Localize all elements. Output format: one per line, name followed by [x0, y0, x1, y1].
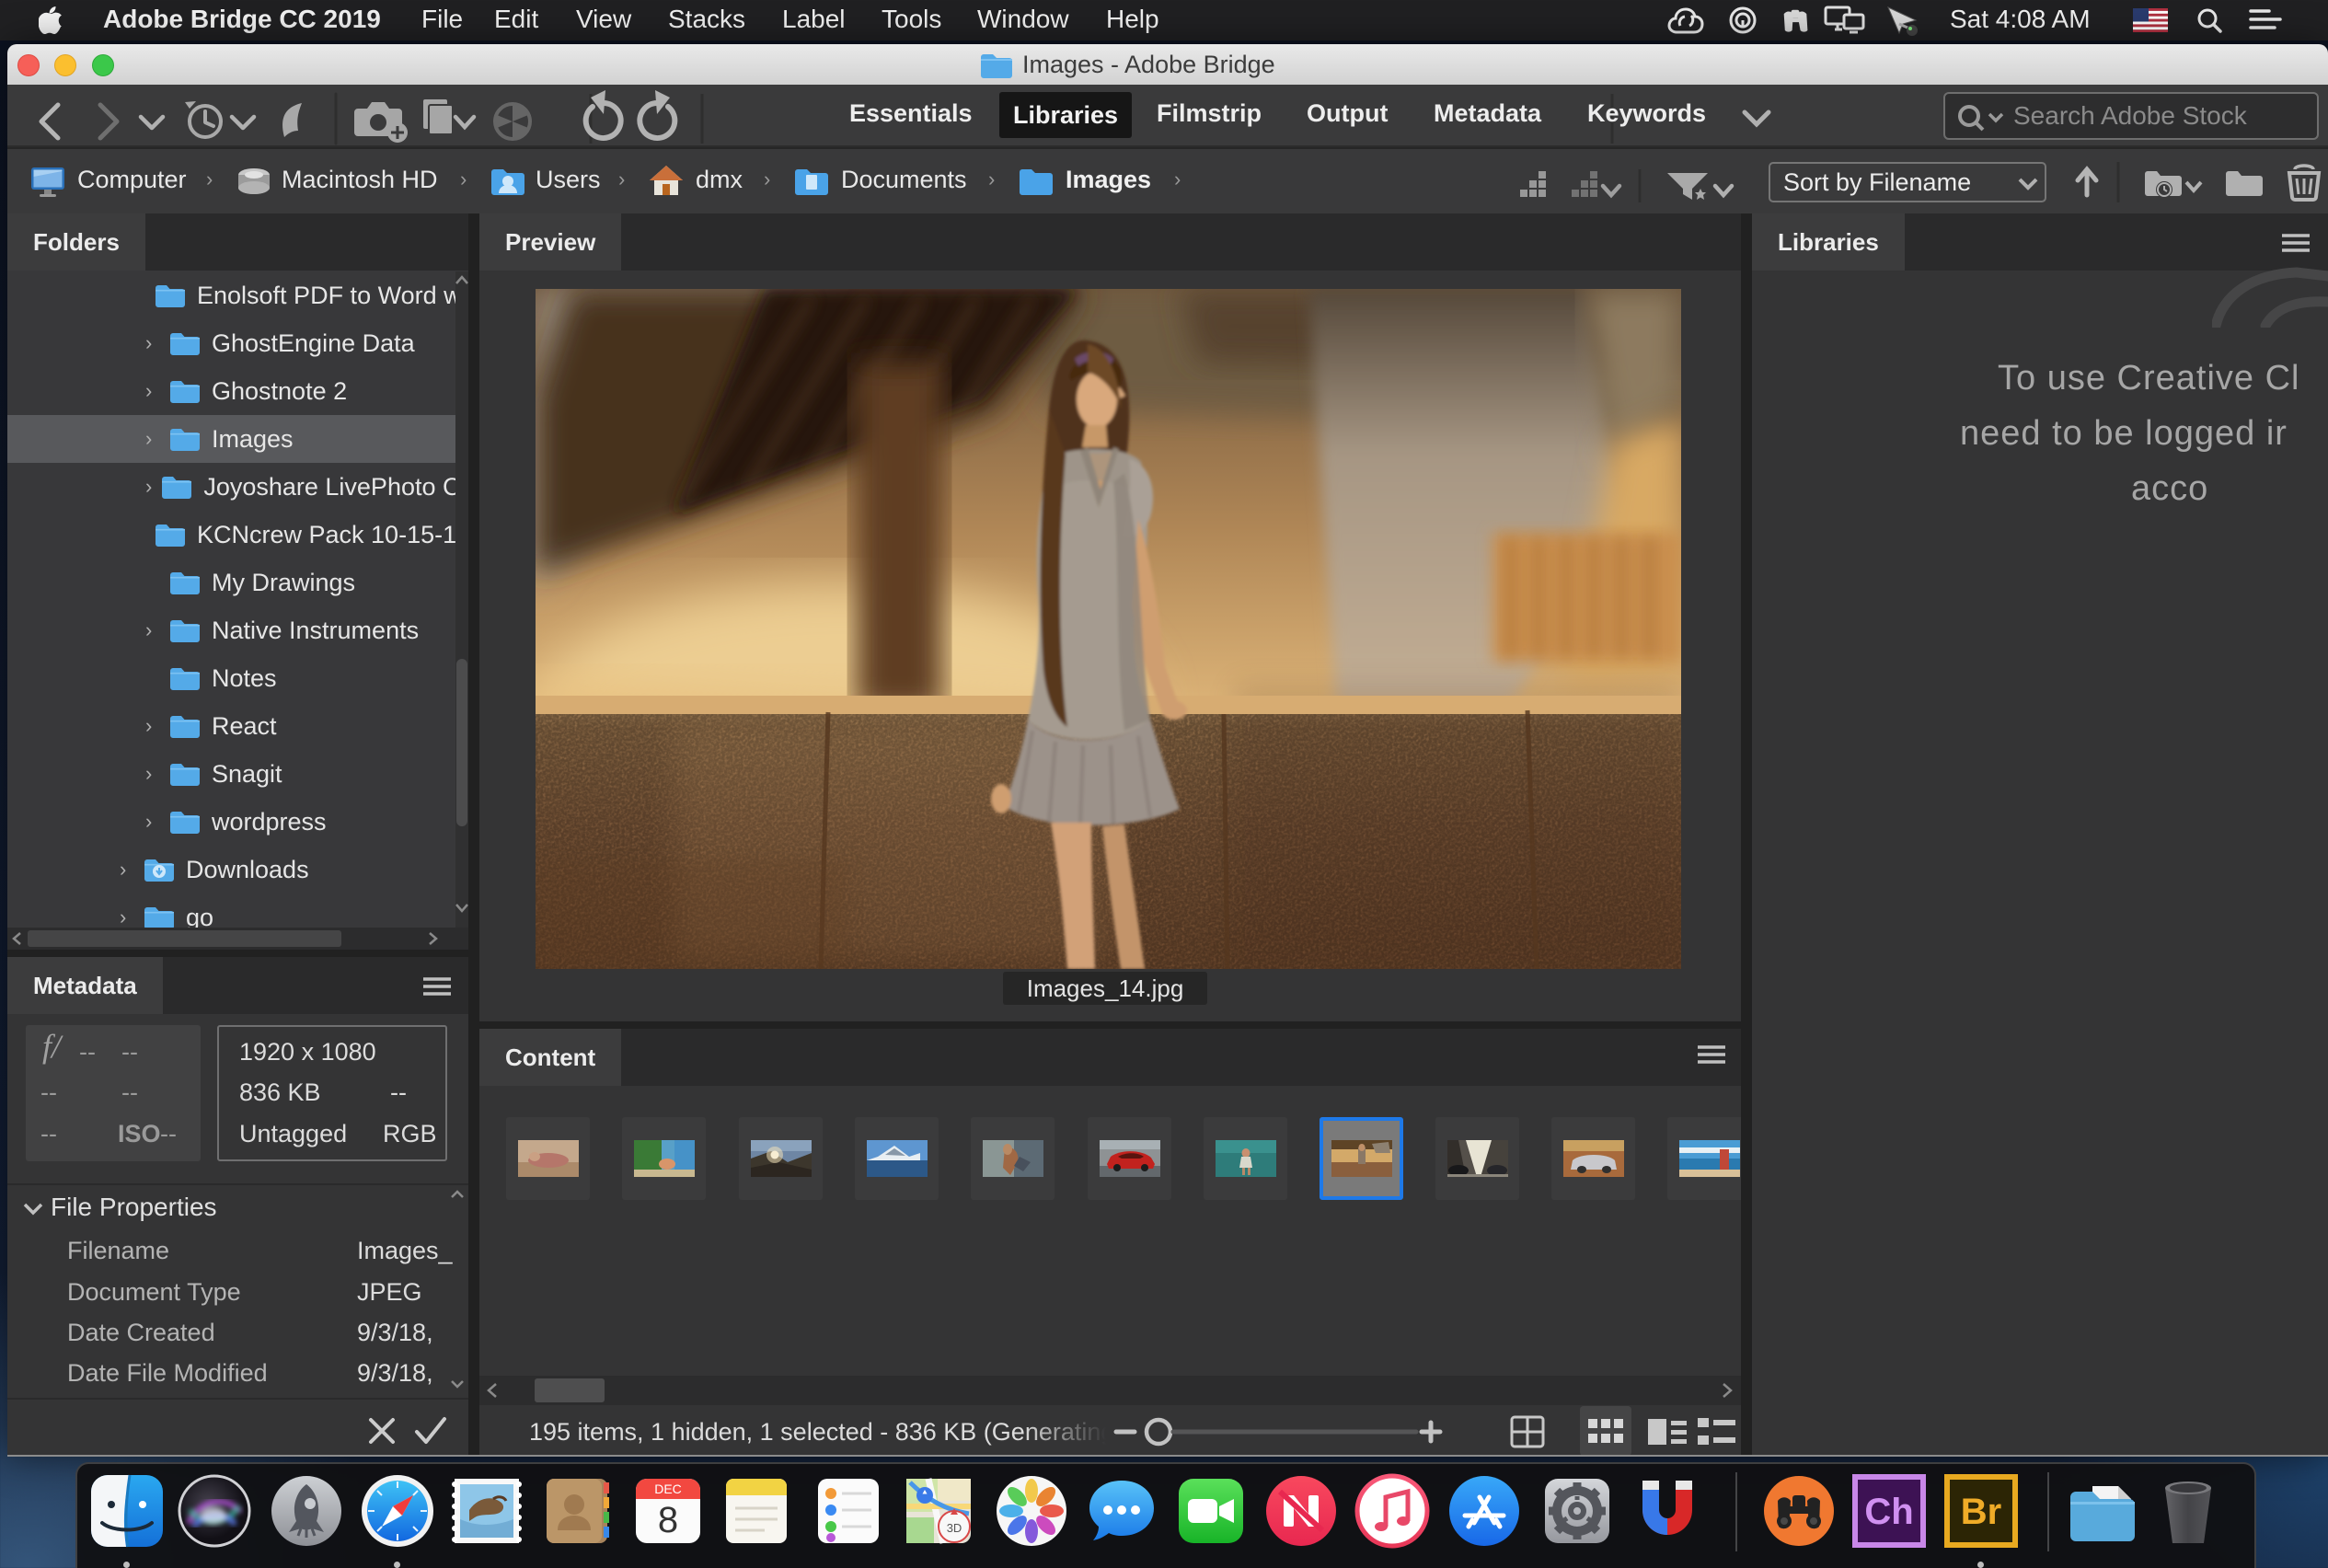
svg-text:3D: 3D	[947, 1521, 962, 1535]
svg-text:Ch: Ch	[1864, 1492, 1913, 1532]
svg-text:Br: Br	[1961, 1492, 2001, 1532]
svg-text:DEC: DEC	[654, 1482, 682, 1496]
svg-text:8: 8	[658, 1500, 678, 1540]
